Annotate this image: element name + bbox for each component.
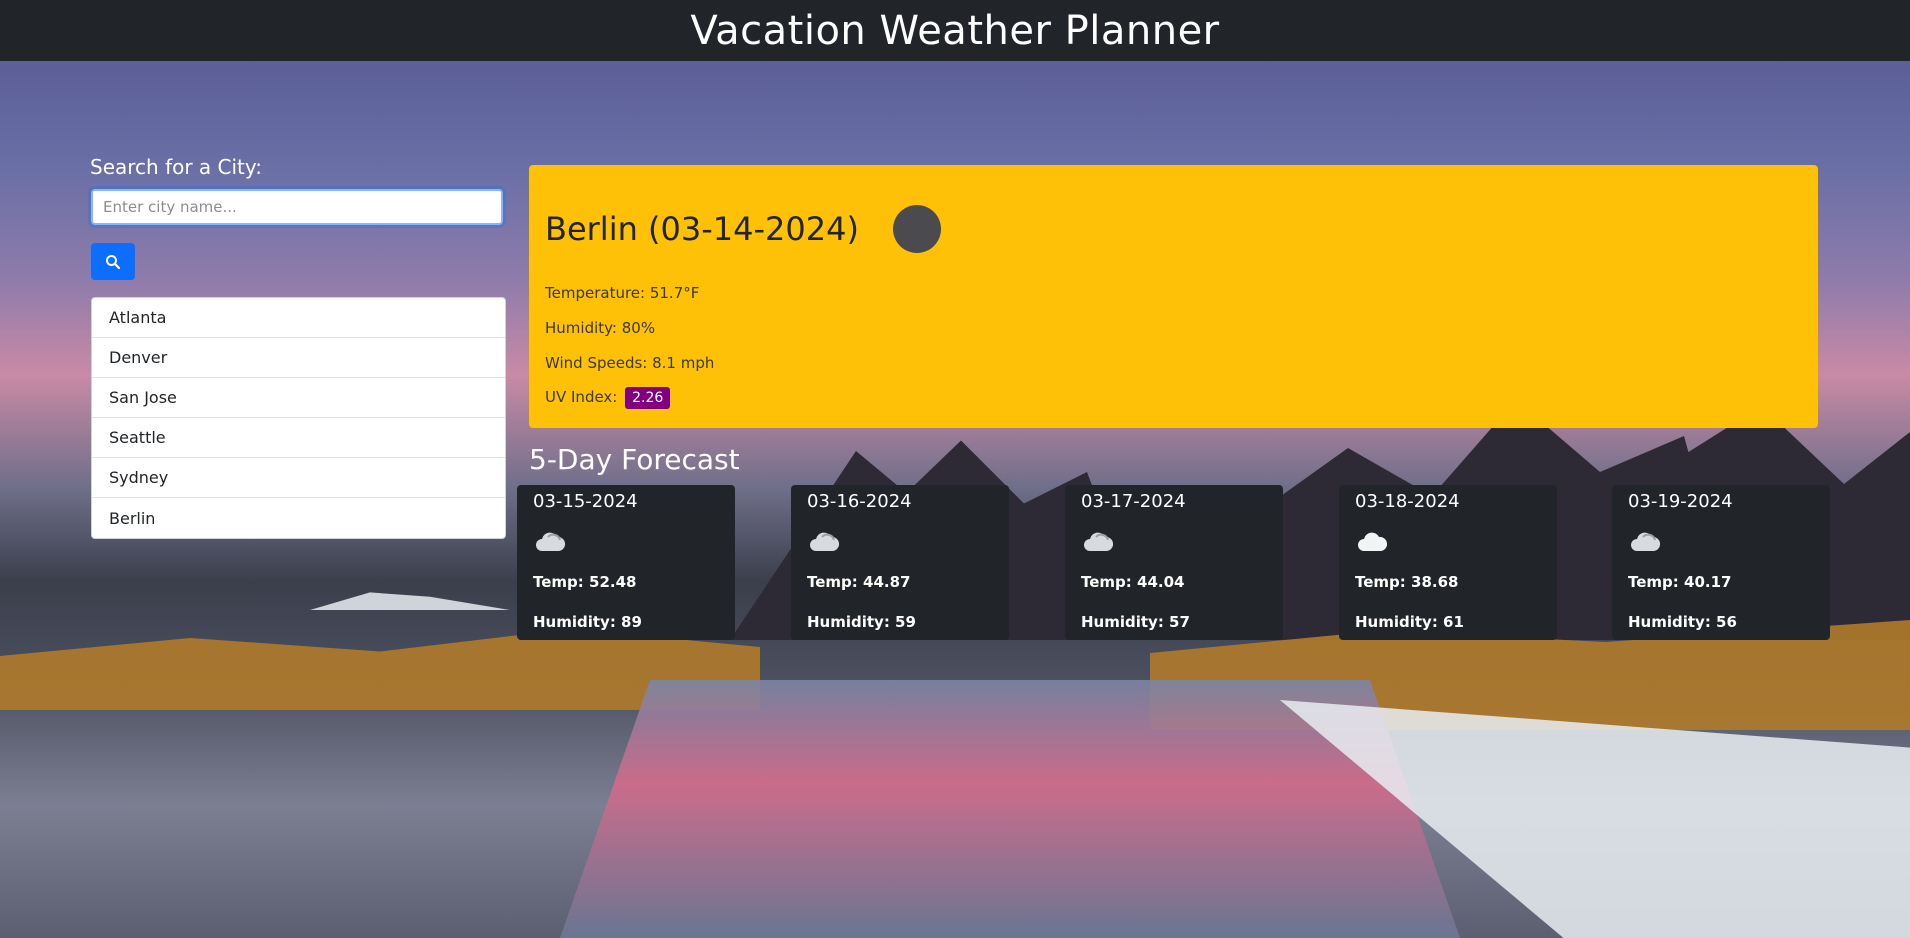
- current-city-title: Berlin (03-14-2024): [545, 210, 859, 248]
- history-item-berlin[interactable]: Berlin: [92, 498, 505, 538]
- current-weather-header: Berlin (03-14-2024): [545, 205, 941, 253]
- search-history-list: Atlanta Denver San Jose Seattle Sydney B…: [91, 297, 506, 539]
- forecast-temp: Temp: 44.87: [807, 573, 911, 591]
- forecast-temp: Temp: 44.04: [1081, 573, 1185, 591]
- forecast-card: 03-15-2024 Temp: 52.48 Humidity: 89: [517, 485, 735, 640]
- history-item-denver[interactable]: Denver: [92, 338, 505, 378]
- forecast-card: 03-18-2024 Temp: 38.68 Humidity: 61: [1339, 485, 1557, 640]
- forecast-temp: Temp: 38.68: [1355, 573, 1459, 591]
- history-item-atlanta[interactable]: Atlanta: [92, 298, 505, 338]
- history-item-san-jose[interactable]: San Jose: [92, 378, 505, 418]
- forecast-date: 03-15-2024: [533, 491, 638, 512]
- cloud-icon: [1628, 529, 1662, 559]
- forecast-date: 03-19-2024: [1628, 491, 1733, 512]
- search-button[interactable]: [91, 243, 135, 280]
- current-humidity: Humidity: 80%: [545, 319, 656, 337]
- forecast-humidity: Humidity: 89: [533, 613, 642, 631]
- forecast-humidity: Humidity: 59: [807, 613, 916, 631]
- forecast-date: 03-17-2024: [1081, 491, 1186, 512]
- uv-index-badge: 2.26: [625, 387, 671, 409]
- forecast-humidity: Humidity: 57: [1081, 613, 1190, 631]
- forecast-card: 03-16-2024 Temp: 44.87 Humidity: 59: [791, 485, 1009, 640]
- current-weather-card: Berlin (03-14-2024) Temperature: 51.7°F …: [529, 165, 1818, 428]
- cloud-icon: [1355, 529, 1389, 559]
- current-uv-row: UV Index: 2.26: [545, 387, 671, 409]
- forecast-temp: Temp: 52.48: [533, 573, 637, 591]
- forecast-title: 5-Day Forecast: [529, 443, 740, 476]
- current-temperature: Temperature: 51.7°F: [545, 284, 700, 302]
- forecast-date: 03-16-2024: [807, 491, 912, 512]
- cloud-icon: [807, 529, 841, 559]
- history-item-sydney[interactable]: Sydney: [92, 458, 505, 498]
- search-icon: [106, 254, 121, 269]
- app-title: Vacation Weather Planner: [690, 7, 1220, 54]
- forecast-humidity: Humidity: 61: [1355, 613, 1464, 631]
- forecast-card: 03-19-2024 Temp: 40.17 Humidity: 56: [1612, 485, 1830, 640]
- forecast-temp: Temp: 40.17: [1628, 573, 1732, 591]
- current-wind: Wind Speeds: 8.1 mph: [545, 354, 715, 372]
- city-search-input[interactable]: [91, 189, 503, 225]
- cloud-icon: [1081, 529, 1115, 559]
- forecast-card: 03-17-2024 Temp: 44.04 Humidity: 57: [1065, 485, 1283, 640]
- uv-label: UV Index:: [545, 388, 618, 406]
- forecast-humidity: Humidity: 56: [1628, 613, 1737, 631]
- weather-icon: [892, 205, 941, 253]
- search-label: Search for a City:: [90, 155, 263, 179]
- forecast-date: 03-18-2024: [1355, 491, 1460, 512]
- cloud-icon: [533, 529, 567, 559]
- history-item-seattle[interactable]: Seattle: [92, 418, 505, 458]
- app-header: Vacation Weather Planner: [0, 0, 1910, 61]
